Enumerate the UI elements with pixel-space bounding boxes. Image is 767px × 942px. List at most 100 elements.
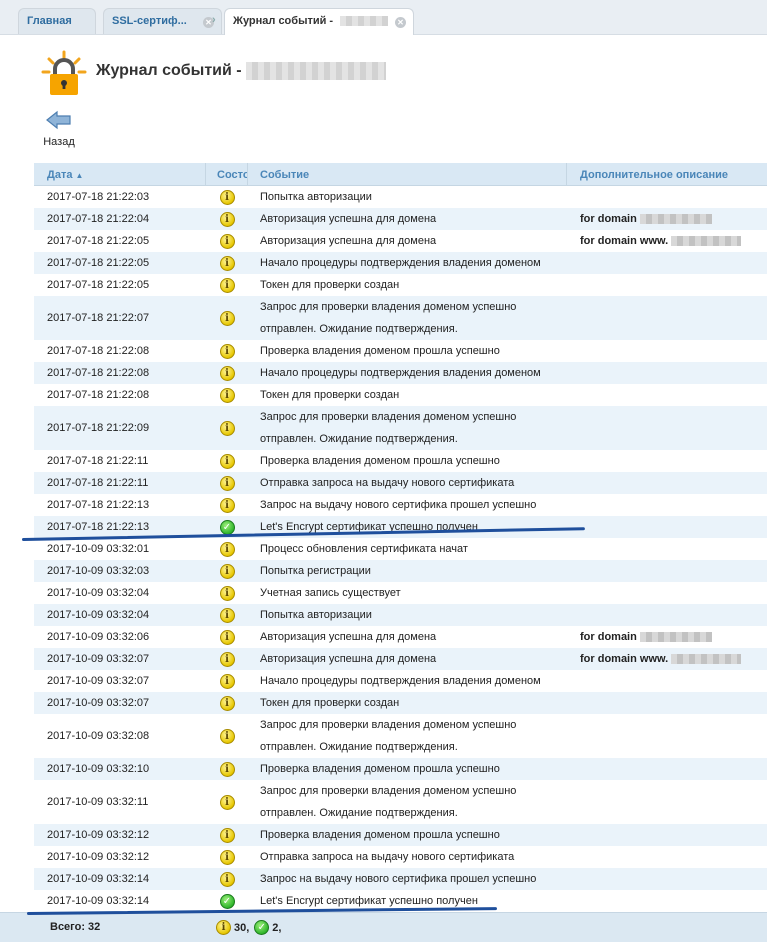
row-date: 2017-10-09 03:32:08	[47, 730, 150, 742]
table-body: 2017-07-18 21:22:03Попытка авторизации20…	[34, 186, 767, 912]
row-date: 2017-07-18 21:22:11	[47, 455, 149, 467]
row-extra	[580, 780, 765, 824]
row-extra	[580, 670, 765, 692]
row-status	[217, 252, 237, 274]
row-status	[217, 868, 237, 890]
row-status	[217, 670, 237, 692]
row-status	[217, 582, 237, 604]
row-status	[217, 648, 237, 670]
row-extra	[580, 472, 765, 494]
row-extra-text: for domain www.	[580, 235, 669, 247]
success-icon	[219, 519, 235, 535]
table-row[interactable]: 2017-10-09 03:32:07 Токен для проверки со…	[34, 692, 767, 714]
row-status	[217, 494, 237, 516]
info-icon	[219, 233, 235, 249]
column-date[interactable]: Дата ▲	[47, 169, 83, 181]
table-row[interactable]: 2017-07-18 21:22:05 Авторизация успешна д…	[34, 230, 767, 252]
row-extra	[580, 296, 765, 340]
row-event: Токен для проверки создан	[260, 697, 400, 709]
table-row[interactable]: 2017-07-18 21:22:09 Запрос для проверки в…	[34, 406, 767, 450]
table-row[interactable]: 2017-10-09 03:32:10 Проверка владения дом…	[34, 758, 767, 780]
row-status	[217, 780, 237, 824]
chevron-right-icon: ›	[212, 14, 216, 26]
redacted-domain	[671, 654, 742, 664]
row-date: 2017-10-09 03:32:06	[47, 631, 150, 643]
info-icon	[219, 827, 235, 843]
row-date: 2017-10-09 03:32:07	[47, 675, 150, 687]
column-event[interactable]: Событие	[260, 169, 309, 181]
back-button[interactable]: Назад	[40, 110, 78, 148]
row-event: Проверка владения доменом прошла успешно	[260, 763, 500, 775]
back-arrow-icon	[46, 110, 71, 130]
redacted-domain	[246, 62, 387, 80]
table-row[interactable]: 2017-10-09 03:32:01 Процесс обновления се…	[34, 538, 767, 560]
sort-asc-icon: ▲	[75, 171, 84, 180]
column-status[interactable]: Состо	[217, 169, 247, 181]
table-row[interactable]: 2017-10-09 03:32:08 Запрос для проверки в…	[34, 714, 767, 758]
row-event: Попытка авторизации	[260, 191, 372, 203]
row-date: 2017-07-18 21:22:09	[47, 422, 150, 434]
back-label: Назад	[43, 136, 75, 148]
table-row[interactable]: 2017-07-18 21:22:05 Начало процедуры подт…	[34, 252, 767, 274]
info-icon	[216, 920, 231, 935]
table-row[interactable]: 2017-07-18 21:22:08 Токен для проверки со…	[34, 384, 767, 406]
row-extra	[580, 186, 765, 208]
tab-event-log-label: Журнал событий -	[233, 15, 334, 27]
row-event: Запрос на выдачу нового сертифика прошел…	[260, 873, 537, 885]
table-row[interactable]: 2017-10-09 03:32:03 Попытка регистрации	[34, 560, 767, 582]
info-icon	[219, 541, 235, 557]
row-event: Отправка запроса на выдачу нового сертиф…	[260, 851, 515, 863]
table-row[interactable]: 2017-10-09 03:32:12 Отправка запроса на в…	[34, 846, 767, 868]
table-row[interactable]: 2017-10-09 03:32:07 Авторизация успешна д…	[34, 648, 767, 670]
table-row[interactable]: 2017-07-18 21:22:08 Начало процедуры подт…	[34, 362, 767, 384]
row-event: Авторизация успешна для домена	[260, 235, 437, 247]
table-row[interactable]: 2017-07-18 21:22:05 Токен для проверки со…	[34, 274, 767, 296]
table-row[interactable]: 2017-10-09 03:32:12 Проверка владения дом…	[34, 824, 767, 846]
table-row[interactable]: 2017-10-09 03:32:04 Попытка авторизации	[34, 604, 767, 626]
info-icon	[219, 761, 235, 777]
info-icon	[219, 189, 235, 205]
row-event: Попытка регистрации	[260, 565, 371, 577]
column-extra[interactable]: Дополнительное описание	[580, 169, 728, 181]
table-row[interactable]: 2017-07-18 21:22:03 Попытка авторизации	[34, 186, 767, 208]
table-row[interactable]: 2017-07-18 21:22:08 Проверка владения дом…	[34, 340, 767, 362]
row-status	[217, 890, 237, 912]
table-row[interactable]: 2017-10-09 03:32:14 Запрос на выдачу ново…	[34, 868, 767, 890]
row-event: Проверка владения доменом прошла успешно	[260, 455, 500, 467]
tab-event-log[interactable]: Журнал событий - ✕	[224, 8, 414, 35]
row-extra	[580, 758, 765, 780]
row-status	[217, 692, 237, 714]
success-icon	[254, 920, 270, 935]
info-icon	[219, 673, 235, 689]
close-icon[interactable]: ✕	[395, 17, 406, 28]
row-extra	[580, 560, 765, 582]
tab-ssl[interactable]: SSL-сертиф... ✕	[103, 8, 222, 34]
row-date: 2017-07-18 21:22:04	[47, 213, 150, 225]
info-icon	[219, 475, 235, 491]
redacted-domain	[639, 214, 712, 224]
row-status	[217, 846, 237, 868]
table-row[interactable]: 2017-10-09 03:32:06 Авторизация успешна д…	[34, 626, 767, 648]
table-row[interactable]: 2017-07-18 21:22:13 Запрос на выдачу ново…	[34, 494, 767, 516]
tab-home[interactable]: Главная	[18, 8, 96, 34]
row-event: Запрос на выдачу нового сертифика прошел…	[260, 499, 537, 511]
info-icon	[219, 211, 235, 227]
table-row[interactable]: 2017-07-18 21:22:11 Отправка запроса на в…	[34, 472, 767, 494]
table-row[interactable]: 2017-07-18 21:22:07 Запрос для проверки в…	[34, 296, 767, 340]
table-row[interactable]: 2017-10-09 03:32:04 Учетная запись сущест…	[34, 582, 767, 604]
row-extra: for domain	[580, 626, 765, 648]
row-extra	[580, 868, 765, 890]
info-icon	[219, 310, 235, 326]
info-icon	[219, 277, 235, 293]
row-event: Начало процедуры подтверждения владения …	[260, 675, 541, 687]
table-row[interactable]: 2017-07-18 21:22:04 Авторизация успешна д…	[34, 208, 767, 230]
table-row[interactable]: 2017-07-18 21:22:11 Проверка владения дом…	[34, 450, 767, 472]
row-date: 2017-07-18 21:22:05	[47, 279, 150, 291]
row-event: Проверка владения доменом прошла успешно	[260, 829, 500, 841]
table-row[interactable]: 2017-10-09 03:32:07 Начало процедуры подт…	[34, 670, 767, 692]
table-row[interactable]: 2017-10-09 03:32:11 Запрос для проверки в…	[34, 780, 767, 824]
row-extra	[580, 340, 765, 362]
row-date: 2017-10-09 03:32:11	[47, 796, 149, 808]
row-status	[217, 714, 237, 758]
row-extra: for domain	[580, 208, 765, 230]
